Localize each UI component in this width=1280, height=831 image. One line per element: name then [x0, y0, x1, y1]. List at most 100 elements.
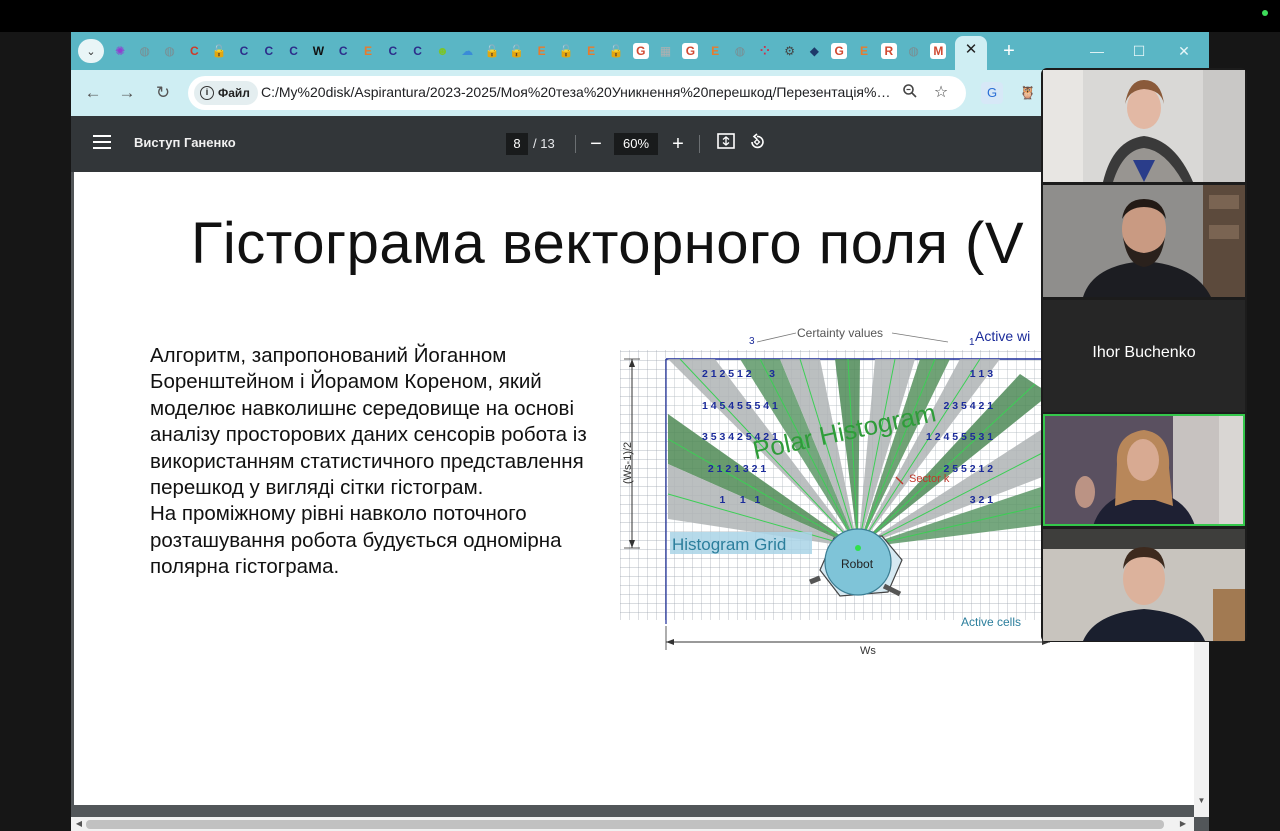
dots-favicon-icon[interactable]: ⁘ — [757, 43, 773, 59]
scroll-down-arrow-icon[interactable]: ▼ — [1194, 796, 1209, 810]
c-favicon-icon[interactable]: C — [410, 43, 426, 59]
lock-favicon-icon[interactable]: 🔓 — [484, 43, 500, 59]
scroll-left-arrow-icon[interactable]: ◀ — [73, 818, 85, 830]
ws-label: Ws — [860, 645, 876, 657]
lock-favicon-icon[interactable]: 🔓 — [509, 43, 525, 59]
active-window-label: Active wi — [975, 328, 1031, 344]
diamond-favicon-icon[interactable]: ◆ — [806, 43, 822, 59]
right-top-digit: 1 — [969, 337, 975, 348]
elsevier-favicon-icon[interactable]: E — [583, 43, 599, 59]
video-call-panel: Ihor Buchenko — [1041, 68, 1247, 642]
robot-label: Robot — [841, 557, 874, 571]
scihub-favicon-icon[interactable]: ▦ — [658, 43, 674, 59]
toolbar-divider — [575, 135, 576, 153]
horizontal-scroll-thumb[interactable] — [86, 820, 1164, 829]
url-text[interactable]: C:/My%20disk/Aspirantura/2023-2025/Моя%2… — [261, 84, 891, 102]
c-favicon-icon[interactable]: C — [286, 43, 302, 59]
c-favicon-icon[interactable]: C — [236, 43, 252, 59]
slide-paragraph: На проміжному рівні навколо поточного ро… — [150, 502, 562, 579]
rotate-icon[interactable] — [746, 133, 768, 155]
gear-favicon-icon[interactable]: ⚙ — [782, 43, 798, 59]
active-cells-label: Active cells — [961, 615, 1022, 629]
participant-video — [1043, 414, 1245, 526]
file-chip-label: Файл — [218, 86, 250, 100]
toolbar-divider — [699, 135, 700, 153]
globe-favicon-icon[interactable]: ◍ — [906, 43, 922, 59]
tab-strip: ⌄ ✺ ◍ ◍ C 🔓 C C C W C E C C ☻ ☁ 🔓 🔓 E 🔓 E 🔓 G ▦ G E ◍ ⁘ ⚙ ◆ G E R ◍ M ✕ +… — [71, 32, 1209, 70]
horizontal-scrollbar[interactable]: ◀ ▶ — [71, 817, 1194, 831]
screen: ⌄ ✺ ◍ ◍ C 🔓 C C C W C E C C ☻ ☁ 🔓 🔓 E 🔓 E 🔓 G ▦ G E ◍ ⁘ ⚙ ◆ G E R ◍ M ✕ +… — [0, 0, 1280, 831]
zoom-search-icon[interactable] — [900, 83, 920, 103]
researchgate-favicon-icon[interactable]: R — [880, 43, 897, 59]
globe-favicon-icon[interactable]: ◍ — [137, 43, 153, 59]
pdf-toolbar: Виступ Ганенко 8 / 13 − 60% + — [71, 116, 1209, 172]
lock-favicon-icon[interactable]: 🔓 — [608, 43, 624, 59]
slide-body: Алгоритм, запропонований Йоганном Боренш… — [150, 343, 590, 581]
translate-extension-icon[interactable]: G — [981, 82, 1003, 104]
vfh-diagram: Certainty values Active wi 1 3 2 1 2 5 1… — [620, 324, 1051, 657]
elsevier-favicon-icon[interactable]: E — [360, 43, 376, 59]
address-bar[interactable]: i Файл C:/My%20disk/Aspirantura/2023-202… — [188, 76, 966, 110]
histogram-grid-label: Histogram Grid — [672, 535, 787, 554]
sector-k-label: Sector k — [909, 473, 950, 485]
smiley-favicon-icon[interactable]: ☻ — [434, 43, 450, 59]
owl-extension-icon[interactable]: 🦉 — [1017, 82, 1039, 104]
pdf-page: Гістограма векторного поля (V Алгоритм, … — [74, 172, 1194, 805]
document-title: Виступ Ганенко — [134, 135, 236, 150]
ws-half-label: (Ws-1)/2 — [622, 441, 634, 484]
left-backdrop — [0, 32, 71, 831]
info-icon: i — [200, 86, 214, 100]
cloud-favicon-icon[interactable]: ☁ — [459, 43, 475, 59]
bookmark-star-icon[interactable]: ☆ — [931, 83, 951, 103]
forward-button[interactable]: → — [115, 81, 139, 105]
top-bar — [0, 0, 1280, 32]
elsevier-favicon-icon[interactable]: E — [534, 43, 550, 59]
page-total: / 13 — [533, 136, 555, 151]
google-favicon-icon[interactable]: G — [682, 43, 699, 59]
red-c-favicon-icon[interactable]: C — [186, 43, 202, 59]
fit-page-icon[interactable] — [715, 133, 737, 155]
menu-icon[interactable] — [93, 135, 111, 149]
wikipedia-favicon-icon[interactable]: W — [310, 43, 326, 59]
tab-search-button[interactable]: ⌄ — [78, 39, 104, 63]
participant-tile-speaking[interactable] — [1043, 414, 1245, 526]
minimize-button[interactable]: — — [1082, 40, 1112, 62]
c-favicon-icon[interactable]: C — [385, 43, 401, 59]
site-info-chip[interactable]: i Файл — [194, 81, 258, 105]
participant-video — [1043, 70, 1245, 182]
lock-favicon-icon[interactable]: 🔓 — [211, 43, 227, 59]
participant-tile[interactable] — [1043, 185, 1245, 297]
scroll-right-arrow-icon[interactable]: ▶ — [1177, 818, 1189, 830]
back-button[interactable]: ← — [81, 81, 105, 105]
maximize-button[interactable]: ☐ — [1124, 40, 1154, 62]
reload-button[interactable]: ↻ — [151, 81, 175, 105]
close-tab-icon[interactable]: ✕ — [963, 40, 979, 60]
chevron-down-icon: ⌄ — [86, 45, 96, 58]
zoom-out-button[interactable]: − — [585, 132, 607, 156]
globe-favicon-icon[interactable]: ◍ — [162, 43, 178, 59]
page-number-input[interactable]: 8 — [506, 133, 528, 155]
globe-favicon-icon[interactable]: ◍ — [732, 43, 748, 59]
zoom-in-button[interactable]: + — [667, 132, 689, 156]
google-favicon-icon[interactable]: G — [831, 43, 848, 59]
participant-video — [1043, 185, 1245, 297]
lock-favicon-icon[interactable]: 🔓 — [558, 43, 574, 59]
zoom-input[interactable]: 60% — [614, 133, 658, 155]
google-favicon-icon[interactable]: G — [632, 43, 649, 59]
new-tab-button[interactable]: + — [997, 39, 1021, 63]
elsevier-favicon-icon[interactable]: E — [856, 43, 872, 59]
c-favicon-icon[interactable]: C — [261, 43, 277, 59]
slide-title: Гістограма векторного поля (V — [191, 211, 1025, 276]
close-window-button[interactable]: ✕ — [1169, 40, 1199, 62]
certainty-values-label: Certainty values — [797, 326, 884, 340]
right-certainty-digits: 1 1 3 2 3 5 4 2 1 1 2 4 5 5 5 3 1 2 5 5 … — [926, 368, 994, 506]
participant-tile[interactable] — [1043, 529, 1245, 641]
participant-tile[interactable] — [1043, 70, 1245, 182]
pdf-viewport[interactable]: Гістограма векторного поля (V Алгоритм, … — [71, 172, 1209, 831]
status-dot-icon — [1262, 10, 1268, 16]
kaleidoscope-favicon-icon[interactable]: ✺ — [112, 43, 128, 59]
elsevier-favicon-icon[interactable]: E — [707, 43, 723, 59]
participant-tile[interactable]: Ihor Buchenko — [1043, 300, 1245, 412]
c-favicon-icon[interactable]: C — [335, 43, 351, 59]
gmail-favicon-icon[interactable]: M — [930, 43, 947, 59]
